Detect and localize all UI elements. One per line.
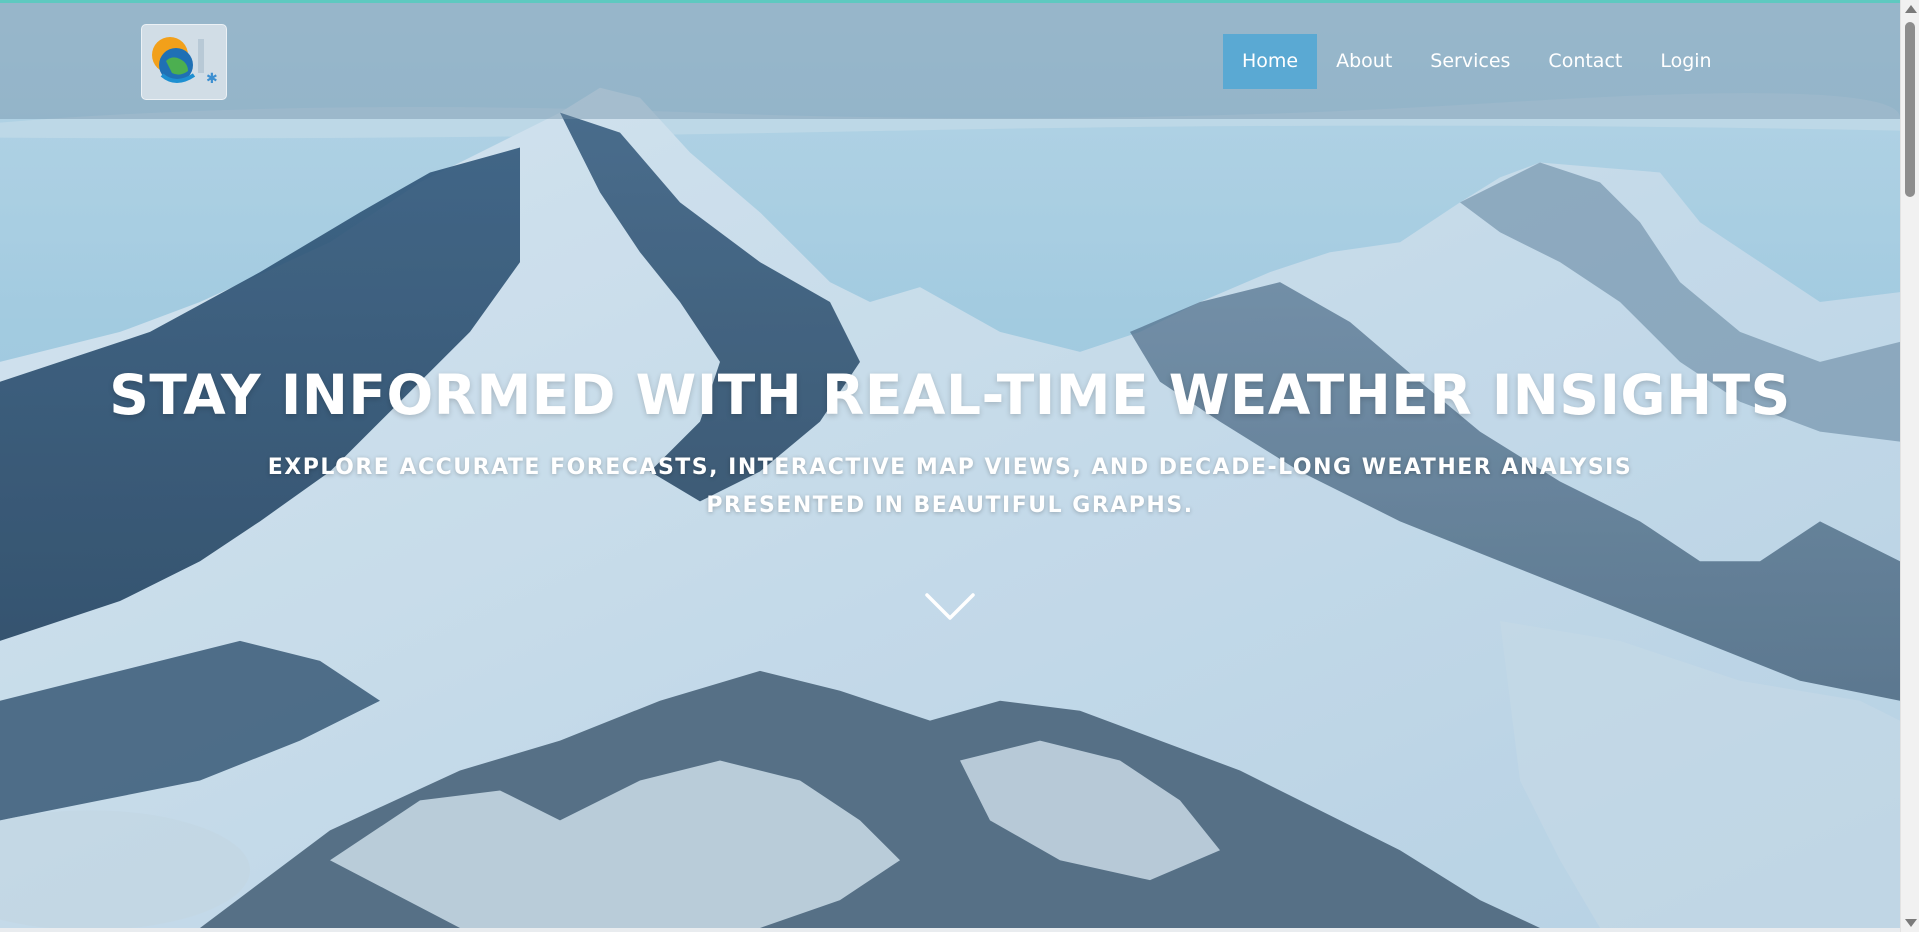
globe-weather-icon: ✱ — [152, 37, 218, 87]
scroll-up-arrow-icon[interactable] — [1905, 5, 1917, 13]
weather-logo[interactable]: ✱ — [141, 24, 227, 100]
hero-section: ✱ Home About Services Contact Login STAY… — [0, 0, 1900, 928]
svg-text:✱: ✱ — [206, 71, 218, 87]
scroll-down-arrow-icon[interactable] — [1905, 919, 1917, 927]
nav-services[interactable]: Services — [1411, 34, 1529, 89]
nav-login[interactable]: Login — [1641, 34, 1730, 89]
vertical-scrollbar[interactable] — [1900, 0, 1919, 932]
navbar: ✱ Home About Services Contact Login — [0, 3, 1900, 119]
main-navigation: Home About Services Contact Login — [1223, 34, 1900, 89]
hero-headline: STAY INFORMED WITH REAL-TIME WEATHER INS… — [109, 363, 1791, 427]
scrollbar-thumb[interactable] — [1905, 22, 1915, 197]
hero-subtext: EXPLORE ACCURATE FORECASTS, INTERACTIVE … — [267, 455, 1633, 518]
nav-about[interactable]: About — [1317, 34, 1411, 89]
chevron-down-icon[interactable] — [924, 592, 976, 622]
nav-contact[interactable]: Contact — [1529, 34, 1641, 89]
nav-home[interactable]: Home — [1223, 34, 1318, 89]
page-bottom-edge — [0, 928, 1900, 932]
